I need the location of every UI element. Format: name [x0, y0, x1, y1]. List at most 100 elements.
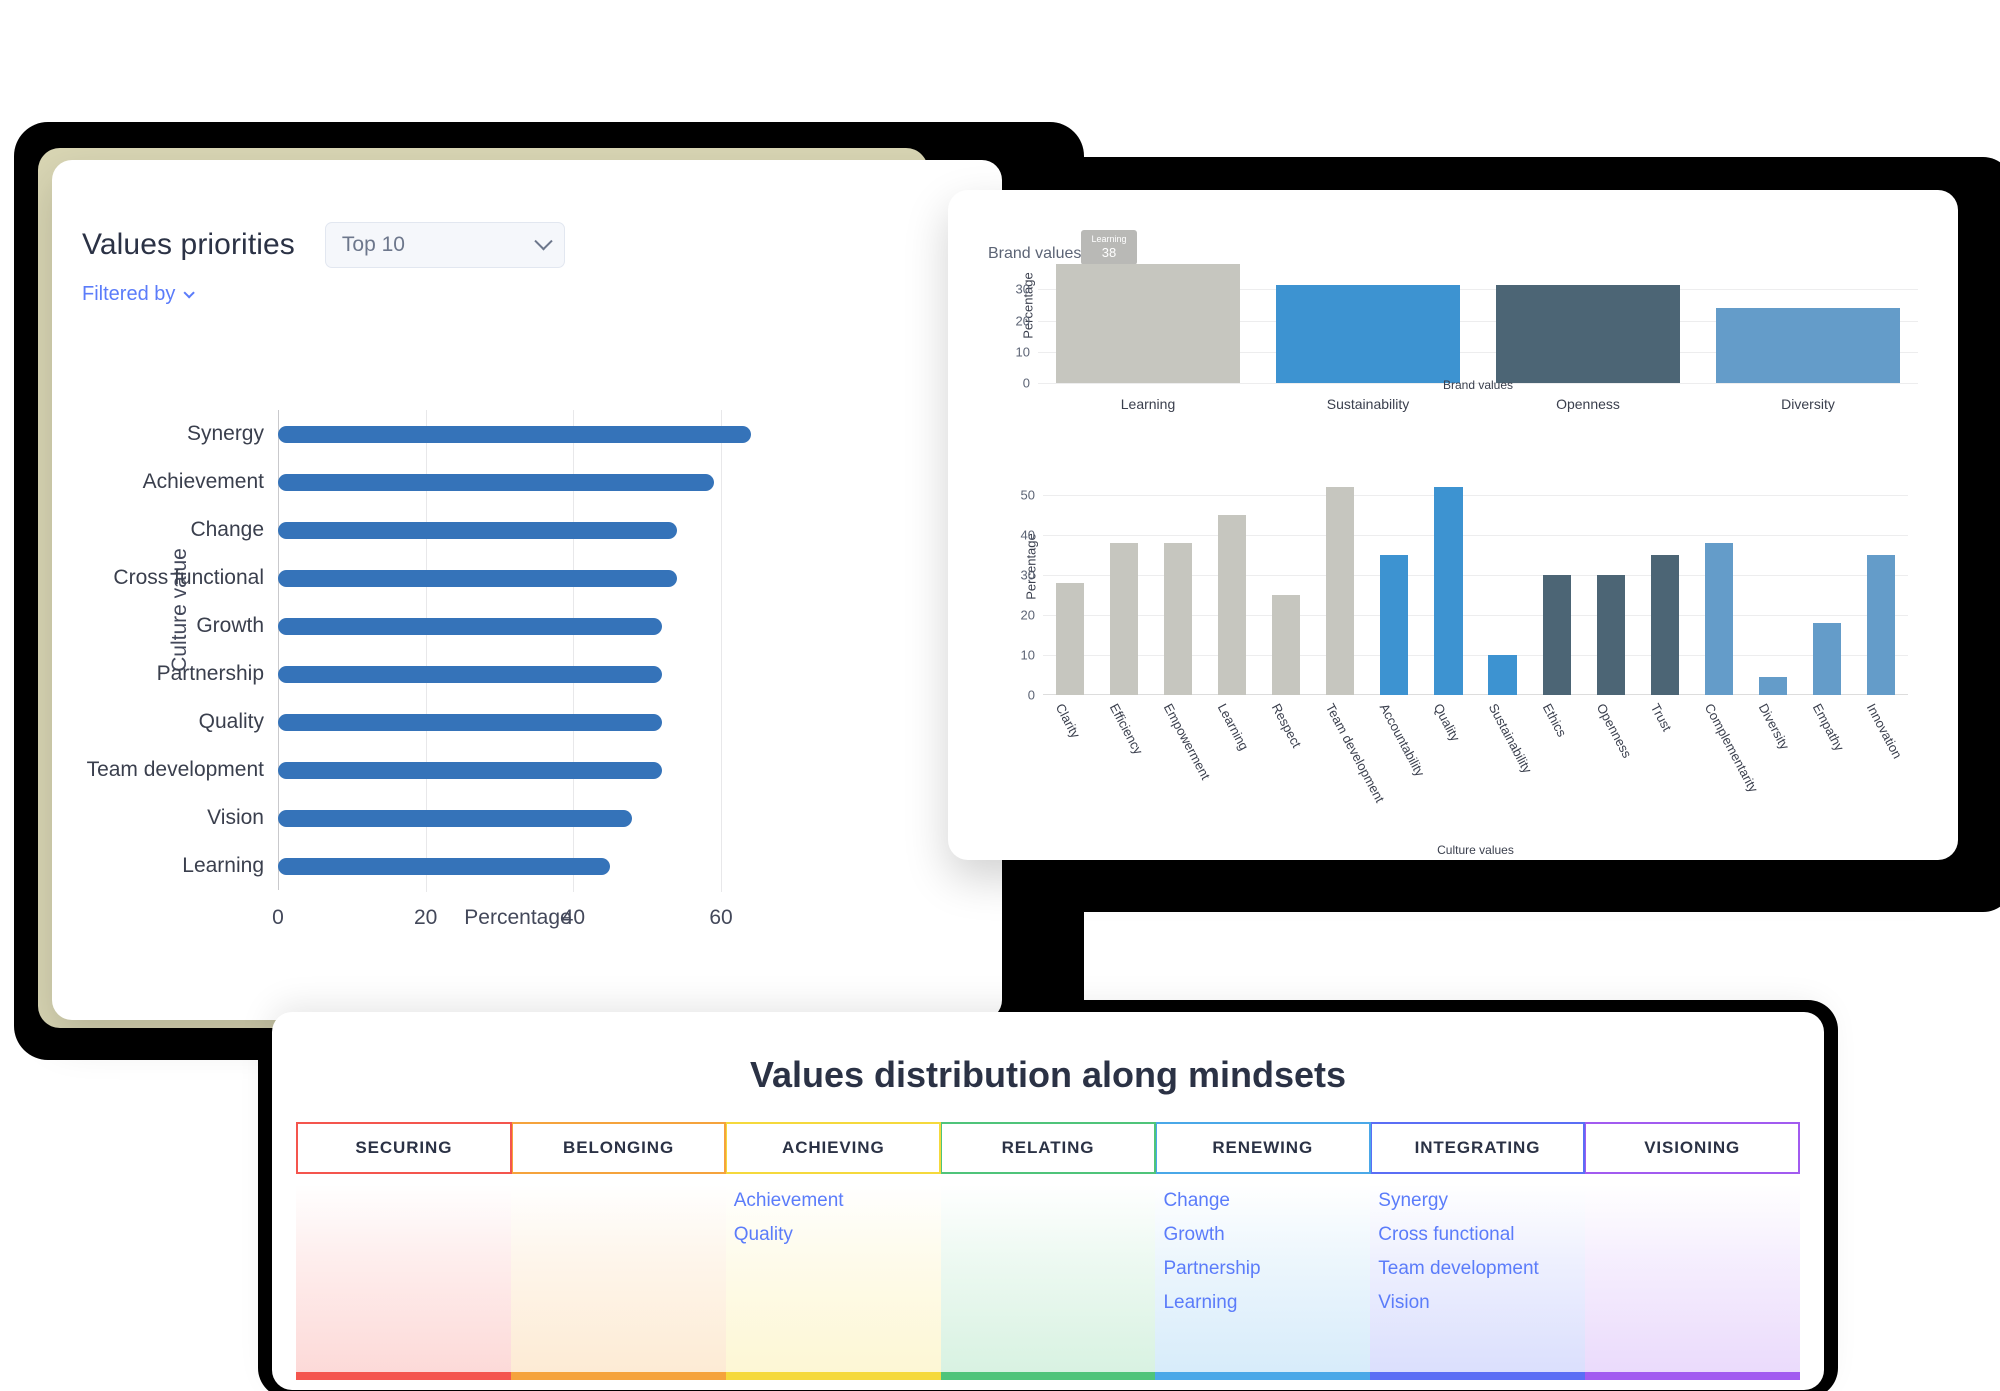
- mindset-value-list: Achievement Quality: [726, 1184, 941, 1252]
- grid-line: [1043, 495, 1908, 496]
- bar[interactable]: [1326, 487, 1355, 695]
- grid-line: [1043, 535, 1908, 536]
- x-axis-tick: Ethics: [1539, 701, 1570, 740]
- list-item[interactable]: Cross functional: [1370, 1218, 1585, 1252]
- bar[interactable]: [278, 665, 662, 683]
- bar[interactable]: [278, 809, 633, 827]
- values-priorities-chart: Culture value 0 20 40 60 Synergy Achievement C…: [52, 360, 1002, 990]
- mindset-header-belonging[interactable]: BELONGING: [511, 1122, 727, 1174]
- bar[interactable]: [278, 425, 751, 443]
- y-axis-tick: 0: [1022, 375, 1030, 391]
- filtered-by-link[interactable]: Filtered by: [82, 283, 196, 306]
- x-axis-tick: Learning: [1120, 396, 1176, 412]
- plot-area: 0 20 40 60 Synergy Achievement Change Cross fun…: [87, 410, 758, 929]
- bar[interactable]: [1218, 515, 1247, 695]
- bar[interactable]: [1596, 575, 1625, 695]
- mindset-header-renewing[interactable]: RENEWING: [1155, 1122, 1371, 1174]
- bar-row[interactable]: Learning: [182, 842, 758, 890]
- list-item[interactable]: Synergy: [1370, 1184, 1585, 1218]
- bar[interactable]: [1542, 575, 1571, 695]
- bar[interactable]: [1812, 623, 1841, 695]
- mindset-header-integrating[interactable]: INTEGRATING: [1370, 1122, 1586, 1174]
- bar[interactable]: [1272, 595, 1301, 695]
- chevron-down-icon: [534, 231, 553, 250]
- mindset-column-relating: [940, 1184, 1156, 1380]
- bar-row[interactable]: Achievement: [143, 458, 758, 506]
- bar-row[interactable]: Vision: [207, 794, 758, 842]
- mindset-color-bar: [296, 1372, 511, 1380]
- bar[interactable]: [1434, 487, 1463, 695]
- y-axis-tick: 10: [1020, 647, 1035, 663]
- bar[interactable]: [278, 521, 677, 539]
- mindset-column-securing: [296, 1184, 511, 1380]
- x-axis-tick: Respect: [1269, 701, 1305, 751]
- mindset-color-bar: [510, 1372, 726, 1380]
- list-item[interactable]: Team development: [1370, 1252, 1585, 1286]
- bar[interactable]: [1055, 583, 1085, 695]
- mindset-color-bar: [1155, 1372, 1371, 1380]
- bar[interactable]: [1715, 308, 1901, 383]
- mindset-column-visioning: [1585, 1184, 1801, 1380]
- x-axis-tick: Learning: [1214, 701, 1252, 753]
- mindset-color-bar: [725, 1372, 941, 1380]
- bar[interactable]: [278, 713, 662, 731]
- bar[interactable]: [278, 761, 662, 779]
- tooltip-label: Learning: [1091, 234, 1127, 244]
- x-axis-tick: Empowerment: [1160, 701, 1214, 783]
- mindset-header-achieving[interactable]: ACHIEVING: [726, 1122, 942, 1174]
- bar[interactable]: [1275, 284, 1461, 383]
- bar-row[interactable]: Partnership: [157, 650, 758, 698]
- bar[interactable]: [1164, 543, 1193, 695]
- x-axis-tick: Clarity: [1052, 701, 1084, 741]
- x-axis-tick: Openness: [1556, 396, 1620, 412]
- bar-row[interactable]: Cross functional: [113, 554, 758, 602]
- bar[interactable]: [278, 473, 714, 491]
- x-axis-tick: Trust: [1647, 701, 1675, 734]
- brand-values-chart: Brand values Learning 38 Percentage 0 10 2…: [948, 190, 1958, 490]
- bar[interactable]: [1650, 555, 1679, 695]
- bar[interactable]: [1055, 264, 1241, 383]
- bar[interactable]: [1380, 555, 1409, 695]
- x-axis-tick: Diversity: [1755, 701, 1793, 753]
- bar[interactable]: [1495, 284, 1681, 383]
- mindset-value-list: Synergy Cross functional Team development V…: [1370, 1184, 1585, 1320]
- bar-row[interactable]: Quality: [199, 698, 758, 746]
- bar-category-label: Quality: [198, 710, 264, 733]
- list-item[interactable]: Learning: [1155, 1286, 1370, 1320]
- bar-category-label: Team development: [86, 758, 264, 781]
- panel-header: Values priorities Top 10: [82, 222, 565, 268]
- x-axis-tick: Quality: [1431, 701, 1464, 744]
- bar-row[interactable]: Synergy: [187, 410, 758, 458]
- x-axis-tick: Innovation: [1863, 701, 1906, 762]
- bar[interactable]: [1704, 543, 1733, 695]
- bar[interactable]: [1758, 677, 1787, 695]
- bar[interactable]: [1866, 555, 1896, 695]
- x-axis-tick: Sustainability: [1326, 396, 1410, 412]
- bar-category-label: Synergy: [186, 422, 264, 445]
- mindset-header-securing[interactable]: SECURING: [296, 1122, 512, 1174]
- list-item[interactable]: Growth: [1155, 1218, 1370, 1252]
- mindset-header-visioning[interactable]: VISIONING: [1585, 1122, 1801, 1174]
- bar-row[interactable]: Growth: [196, 602, 758, 650]
- values-priorities-panel: Values priorities Top 10 Filtered by Cul…: [52, 160, 1002, 1020]
- x-axis-label: Brand values: [1442, 378, 1514, 392]
- list-item[interactable]: Quality: [726, 1218, 941, 1252]
- bar[interactable]: [278, 617, 662, 635]
- mindset-column-belonging: [510, 1184, 726, 1380]
- list-item[interactable]: Change: [1155, 1184, 1370, 1218]
- mindset-color-bar: [1370, 1372, 1586, 1380]
- list-item[interactable]: Vision: [1370, 1286, 1585, 1320]
- mindset-header-relating[interactable]: RELATING: [941, 1122, 1156, 1174]
- top-n-select[interactable]: Top 10: [324, 222, 565, 268]
- y-axis-tick: 0: [1027, 687, 1035, 703]
- x-axis-tick: Sustainability: [1485, 701, 1535, 776]
- list-item[interactable]: Achievement: [726, 1184, 941, 1218]
- list-item[interactable]: Partnership: [1155, 1252, 1370, 1286]
- bar[interactable]: [1488, 655, 1517, 695]
- bar[interactable]: [1110, 543, 1139, 695]
- bar-row[interactable]: Change: [190, 506, 758, 554]
- bar[interactable]: [278, 569, 677, 587]
- bar-row[interactable]: Team development: [87, 746, 758, 794]
- bar[interactable]: [278, 857, 611, 875]
- bar-category-label: Change: [190, 518, 264, 541]
